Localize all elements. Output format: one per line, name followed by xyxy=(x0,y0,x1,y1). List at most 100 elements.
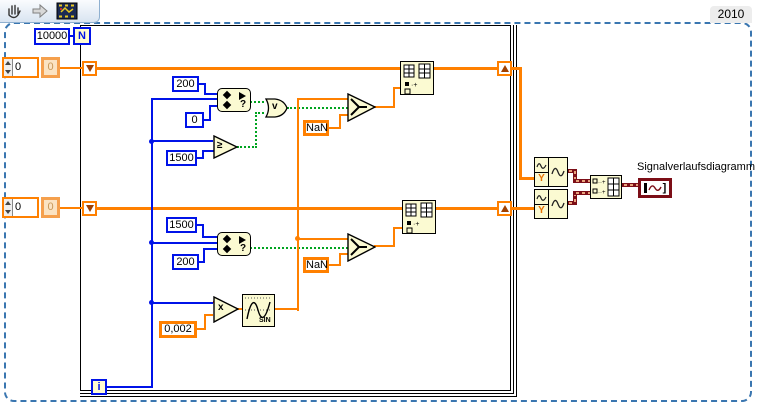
constant-range-lower-bottom[interactable]: 200 xyxy=(172,254,199,270)
waveform-chart-terminal[interactable]: ] xyxy=(638,178,672,198)
wire-mult-x xyxy=(152,302,213,304)
wire-bool-gte xyxy=(255,112,257,148)
build-waveform-bottom[interactable]: Y xyxy=(534,189,568,219)
triangle-up-icon xyxy=(500,205,509,212)
navigate-arrow-icon[interactable] xyxy=(30,2,50,20)
svg-text:··+: ··+ xyxy=(598,190,606,196)
wire-irc2-x xyxy=(152,242,217,244)
constant-range-lower-top[interactable]: 0 xyxy=(185,112,204,128)
in-range-and-coerce-top[interactable]: ? xyxy=(217,88,251,112)
init-constant-top[interactable]: 0 xyxy=(41,57,60,78)
waveform-icon xyxy=(551,199,565,209)
wire-0002 xyxy=(204,314,206,330)
control-value: 0 xyxy=(15,61,22,73)
wire-sr1-down xyxy=(519,67,522,180)
vi-snippet-icon[interactable] xyxy=(56,2,78,20)
control-value: 0 xyxy=(15,201,22,213)
svg-text:·+: ·+ xyxy=(413,221,419,228)
spinner-icon[interactable] xyxy=(4,59,13,76)
wire-init-bottom xyxy=(59,207,83,209)
shift-register-left-bottom[interactable] xyxy=(82,201,97,216)
question-glyph: ? xyxy=(240,243,247,254)
svg-text:·+: ·+ xyxy=(411,82,417,89)
wire-1500b xyxy=(202,236,218,238)
wire-sr2-bw xyxy=(511,207,535,210)
junction-dot xyxy=(295,236,300,241)
waveform-icon xyxy=(536,163,547,169)
wire-bool-irc1-or xyxy=(250,101,264,103)
wire-sel2-out xyxy=(374,245,395,247)
spinner-icon[interactable] xyxy=(4,199,13,216)
in-range-and-coerce-bottom[interactable]: ? xyxy=(217,232,251,256)
constant-time-step[interactable]: 0,002 xyxy=(159,321,197,338)
build-array-top[interactable]: ·+ xyxy=(400,61,434,95)
junction-dot xyxy=(149,139,154,144)
triangle-down-icon xyxy=(85,65,94,72)
wire-200a xyxy=(204,93,218,95)
wire-init-top xyxy=(59,67,83,69)
constant-range-upper-top[interactable]: 200 xyxy=(172,76,199,92)
triangle-up-icon xyxy=(500,65,509,72)
wire-waveform-1 xyxy=(573,179,590,183)
constant-nan-bottom[interactable]: NaN xyxy=(303,257,329,273)
select-node-bottom[interactable] xyxy=(347,233,376,262)
constant-gte-threshold[interactable]: 1500 xyxy=(166,150,197,166)
build-array-bottom[interactable]: ·+ xyxy=(402,200,436,234)
wire-nan1 xyxy=(339,114,341,129)
shift-register-right-bottom[interactable] xyxy=(497,201,512,216)
wire-i-h xyxy=(106,386,152,388)
numeric-control-top[interactable]: 0 xyxy=(2,57,39,78)
wire-irc1-x xyxy=(151,98,217,100)
multiply-glyph: x xyxy=(218,302,224,313)
wire-sine-out xyxy=(274,308,299,310)
gte-glyph: ≥ xyxy=(217,140,223,151)
wire-sel2-t xyxy=(297,238,348,240)
wire-bool-gte xyxy=(237,146,257,148)
wire-sr1-bw xyxy=(519,177,535,180)
question-glyph: ? xyxy=(240,99,247,110)
diamond-icon xyxy=(222,100,232,110)
wire-sel1-t xyxy=(297,98,348,100)
wire-gte-x xyxy=(152,140,213,142)
diamond-icon xyxy=(222,244,232,254)
greater-or-equal-node[interactable]: ≥ xyxy=(213,135,238,159)
wire-waveform-array xyxy=(621,183,638,187)
constant-count[interactable]: 10000 xyxy=(34,28,70,45)
loop-iteration-terminal[interactable]: i xyxy=(91,379,107,395)
sine-node[interactable]: SIN xyxy=(242,294,275,327)
wire-sel2-out xyxy=(393,227,395,247)
or-node[interactable]: v xyxy=(263,98,288,118)
labview-block-diagram: 10000 N i 0 0 0 0 200 0 ? 1500 ≥ v NaN ·… xyxy=(0,0,759,409)
build-array-waveforms[interactable]: ··+ ··+ xyxy=(590,175,622,199)
wire-sel1-out xyxy=(374,106,395,108)
waveform-icon xyxy=(648,185,662,191)
bracket-bar-icon xyxy=(643,183,647,193)
diamond-icon xyxy=(222,90,232,100)
loop-count-terminal[interactable]: N xyxy=(73,27,91,45)
multiply-node[interactable]: x xyxy=(213,296,239,323)
wire-200b xyxy=(203,248,218,250)
hand-tool-icon[interactable] xyxy=(4,2,24,20)
diamond-icon xyxy=(222,234,232,244)
svg-text:··+: ··+ xyxy=(598,180,606,186)
select-node-top[interactable] xyxy=(347,93,376,122)
wire-bool-irc2-sel xyxy=(250,247,348,249)
wire-sel1-out xyxy=(393,87,395,108)
or-glyph: v xyxy=(272,101,278,112)
y-input-label: Y xyxy=(535,204,549,218)
numeric-control-bottom[interactable]: 0 xyxy=(2,197,39,218)
constant-nan-top[interactable]: NaN xyxy=(303,120,329,136)
shift-register-left-top[interactable] xyxy=(82,61,97,76)
waveform-icon xyxy=(536,195,547,201)
init-constant-bottom[interactable]: 0 xyxy=(41,197,60,218)
wire-waveform-2 xyxy=(573,191,590,195)
shift-register-right-top[interactable] xyxy=(497,61,512,76)
build-waveform-top[interactable]: Y xyxy=(534,157,568,187)
chart-label: Signalverlaufsdiagramm xyxy=(637,161,755,173)
labview-version-label: 2010 xyxy=(710,6,752,23)
wire-array-top xyxy=(96,67,498,70)
junction-dot xyxy=(149,240,154,245)
wire-sine-up xyxy=(297,98,299,311)
sin-label: SIN xyxy=(259,317,271,324)
constant-range-upper-bottom[interactable]: 1500 xyxy=(166,217,197,233)
